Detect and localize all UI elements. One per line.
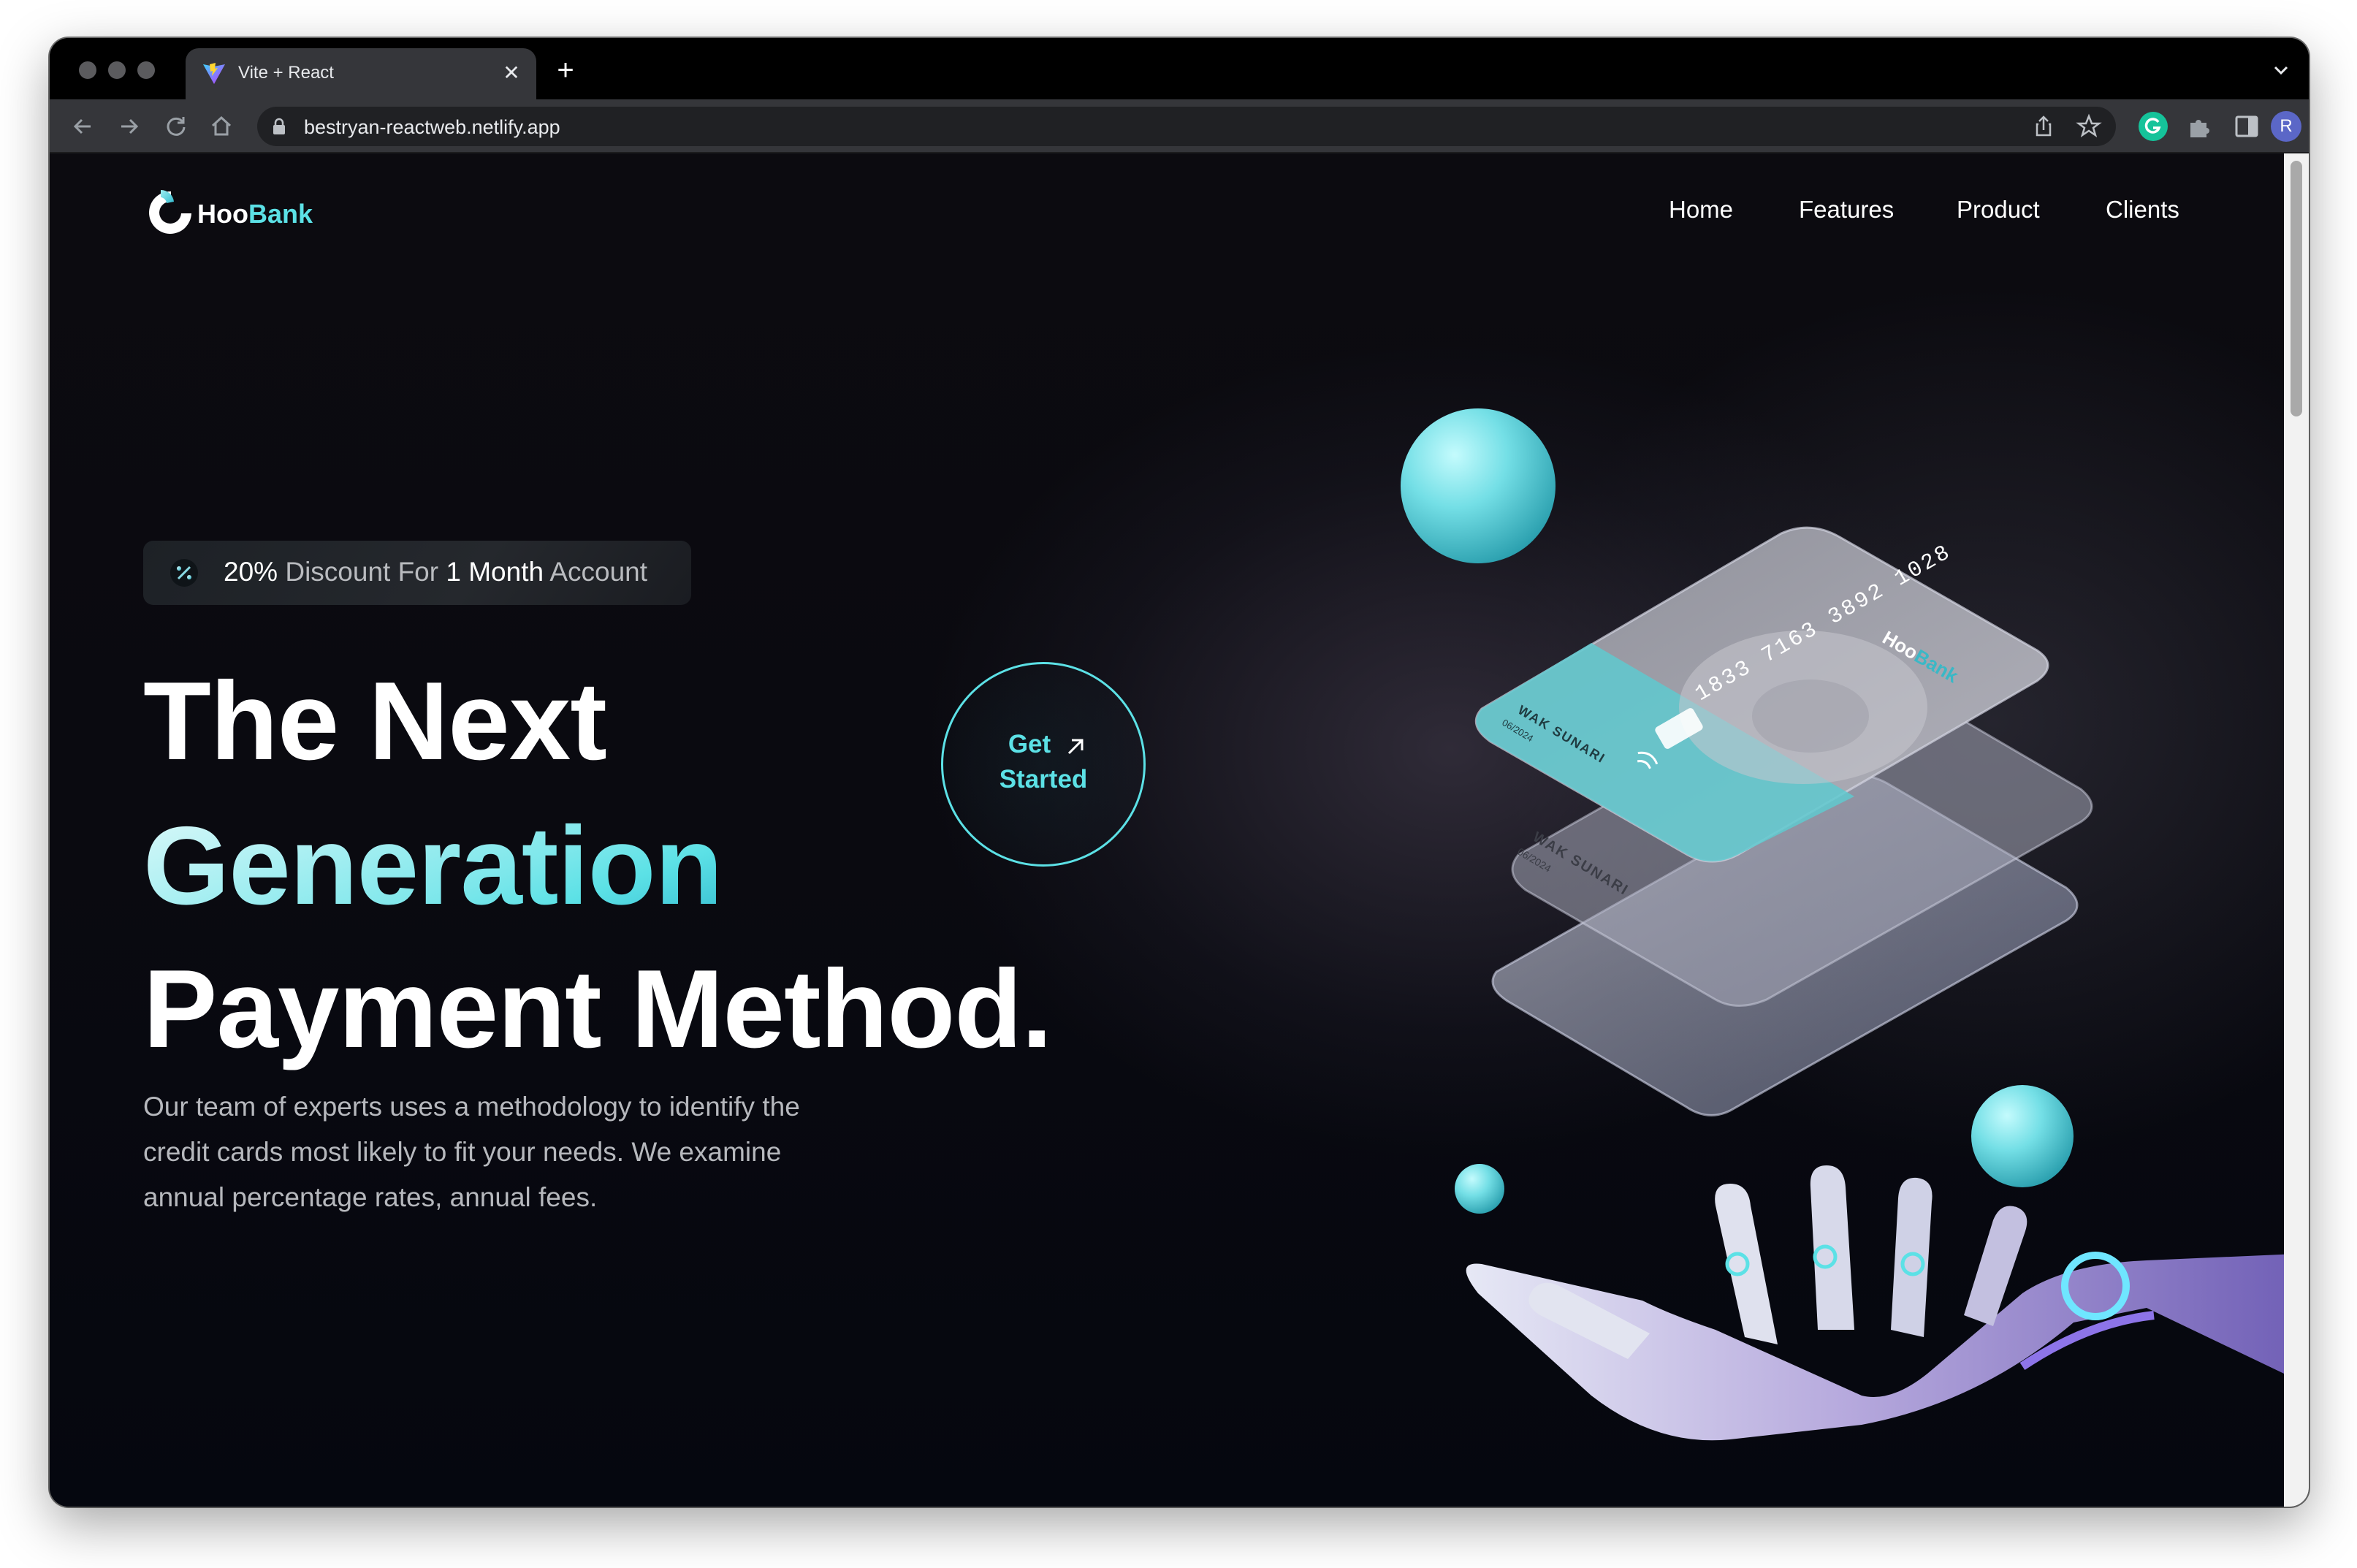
url-text[interactable]: bestryan-reactweb.netlify.app	[304, 116, 560, 139]
arrow-up-right-icon	[1067, 739, 1084, 755]
side-panel-icon[interactable]	[2230, 110, 2263, 143]
hero-illustration: WAK SUNARI 06/2024 1833 7163 3892 1028 H…	[1401, 408, 2307, 1441]
zoom-window-button[interactable]	[137, 61, 155, 79]
close-window-button[interactable]	[79, 61, 96, 79]
hero-heading-line-2: Generation	[143, 802, 723, 930]
page-scrollbar[interactable]	[2284, 153, 2309, 1507]
minimize-window-button[interactable]	[108, 61, 126, 79]
browser-menu-kebab-icon[interactable]	[2307, 110, 2309, 143]
get-started-button[interactable]: Get Started	[941, 662, 1146, 867]
sphere-large	[1401, 408, 1556, 563]
discount-percent: 20%	[224, 557, 278, 587]
logo-prefix: Hoo	[197, 199, 248, 229]
logo-wordmark: HooBank	[197, 199, 313, 229]
nav-features-link[interactable]: Features	[1799, 196, 1894, 224]
profile-avatar[interactable]: R	[2271, 111, 2301, 142]
hero-heading-line-3: Payment Method.	[143, 947, 1052, 1071]
browser-tab[interactable]: Vite + React ✕	[186, 48, 536, 99]
lock-icon[interactable]	[272, 118, 286, 135]
discount-account-word: Account	[549, 557, 648, 587]
hoobank-logo-icon	[149, 189, 191, 234]
tab-strip: Vite + React ✕ +	[50, 38, 2309, 99]
nav-product-link[interactable]: Product	[1957, 196, 2040, 224]
hero-heading-line-1: The Next	[143, 659, 607, 783]
cta-label-line-2: Started	[999, 765, 1088, 793]
discount-badge: 20% Discount For 1 Month Account	[143, 541, 691, 605]
hoobank-page: HooBank Home Features Product Clients 20…	[50, 153, 2309, 1507]
scrollbar-thumb[interactable]	[2291, 161, 2302, 416]
share-icon[interactable]	[2030, 113, 2057, 140]
discount-percent-icon	[170, 559, 198, 587]
logo-accent: Bank	[248, 199, 313, 229]
discount-phrase: Discount For	[285, 557, 439, 587]
hero-description: Our team of experts uses a methodology t…	[143, 1092, 800, 1212]
reload-icon[interactable]	[161, 111, 191, 142]
nav-clients-link[interactable]: Clients	[2106, 196, 2179, 224]
extensions-puzzle-icon[interactable]	[2183, 110, 2217, 143]
sphere-medium	[1971, 1085, 2074, 1187]
tab-search-chevron-icon[interactable]	[2268, 57, 2294, 83]
discount-month-word: Month	[468, 557, 544, 587]
cta-label-line-1: Get	[1008, 730, 1051, 758]
nav-home-link[interactable]: Home	[1669, 196, 1733, 224]
grammarly-extension-icon[interactable]	[2136, 110, 2170, 143]
tab-title: Vite + React	[238, 63, 334, 83]
home-icon[interactable]	[206, 111, 237, 142]
robot-hand	[1466, 1165, 2307, 1441]
back-arrow-icon[interactable]	[67, 111, 98, 142]
discount-text: 20% Discount For 1 Month Account	[224, 557, 647, 587]
sphere-small	[1455, 1164, 1504, 1214]
new-tab-button[interactable]: +	[549, 54, 582, 86]
tab-close-icon[interactable]: ✕	[497, 58, 526, 88]
forward-arrow-icon[interactable]	[114, 111, 145, 142]
discount-months: 1	[446, 557, 461, 587]
browser-window: Vite + React ✕ + bestryan-reactweb.netli…	[50, 38, 2309, 1507]
address-bar[interactable]: bestryan-reactweb.netlify.app	[257, 107, 2116, 146]
vite-favicon-icon	[203, 63, 225, 84]
bookmark-star-icon[interactable]	[2075, 113, 2103, 140]
browser-toolbar: bestryan-reactweb.netlify.app R	[50, 99, 2309, 153]
